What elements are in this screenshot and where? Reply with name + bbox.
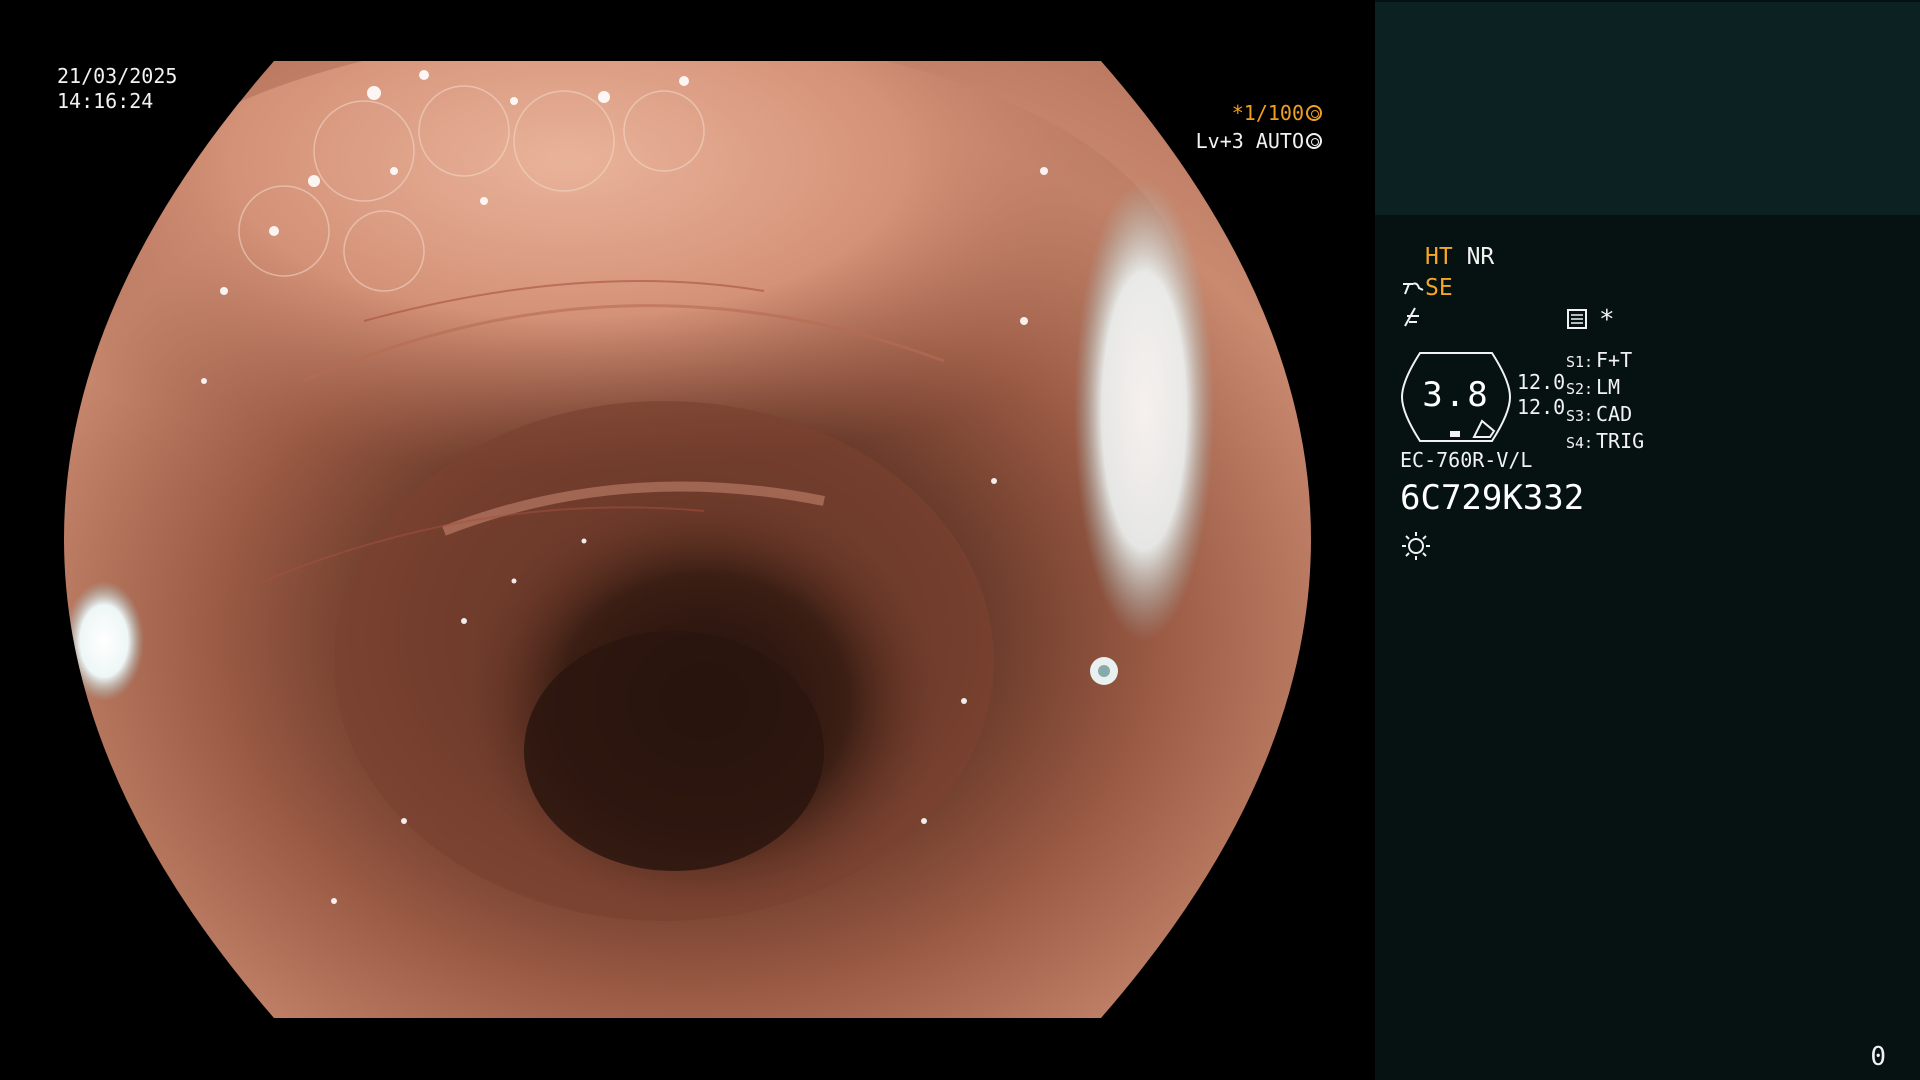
- mode-se-row: SE: [1425, 274, 1453, 302]
- info-side-panel: [1375, 0, 1920, 1080]
- exam-date: 21/03/2025: [57, 64, 178, 88]
- switch-settings-list: S1: F+T S2: LM S3: CAD S4: TRIG: [1566, 348, 1644, 456]
- zoom-value: 3.8: [1422, 375, 1490, 415]
- light-level: Lv+3: [1195, 129, 1244, 153]
- setting-row: S1: F+T: [1566, 348, 1633, 372]
- setting-row: S4: TRIG: [1566, 429, 1645, 453]
- shutter-speed: *1/100: [1231, 101, 1304, 125]
- page-counter: 0: [1870, 1042, 1886, 1072]
- scope-serial: 6C729K332: [1400, 478, 1585, 518]
- star-marker: *: [1599, 305, 1615, 335]
- scope-model: EC-760R-V/L: [1400, 448, 1533, 472]
- exposure-readout: *1/100 Lv+3 AUTO: [1196, 99, 1322, 155]
- endoscope-image: [64, 61, 1311, 1018]
- setting-row: S3: CAD: [1566, 402, 1633, 426]
- exam-datetime: 21/03/2025 14:16:24: [57, 64, 177, 114]
- auto-iris-icon: [1306, 133, 1322, 149]
- image-mode-row: HT NR: [1425, 243, 1494, 271]
- mode-ht: HT: [1425, 244, 1453, 270]
- value-top: 12.0: [1517, 370, 1566, 394]
- mode-se: SE: [1425, 275, 1453, 301]
- mode-nr: NR: [1466, 244, 1495, 270]
- setting-row: S2: LM: [1566, 375, 1621, 399]
- light-mode: AUTO: [1255, 129, 1304, 153]
- exam-time: 14:16:24: [57, 89, 154, 113]
- endoscopy-screen: 21/03/2025 14:16:24 *1/100 Lv+3 AUTO HT …: [0, 0, 1920, 1080]
- sun-icon: [1402, 532, 1430, 560]
- record-memory-icon: [1567, 309, 1587, 329]
- aperture-icon: [1306, 105, 1322, 121]
- value-bottom: 12.0: [1517, 395, 1566, 419]
- scope-values: 12.0 12.0: [1517, 370, 1565, 420]
- thumbnail-area: [1375, 2, 1920, 215]
- video-feed-area: 21/03/2025 14:16:24 *1/100 Lv+3 AUTO: [0, 0, 1374, 1080]
- contrast-icon: [1404, 307, 1419, 327]
- colon-lumen-image: [64, 61, 1311, 1018]
- structure-enhance-icon: [1403, 282, 1424, 295]
